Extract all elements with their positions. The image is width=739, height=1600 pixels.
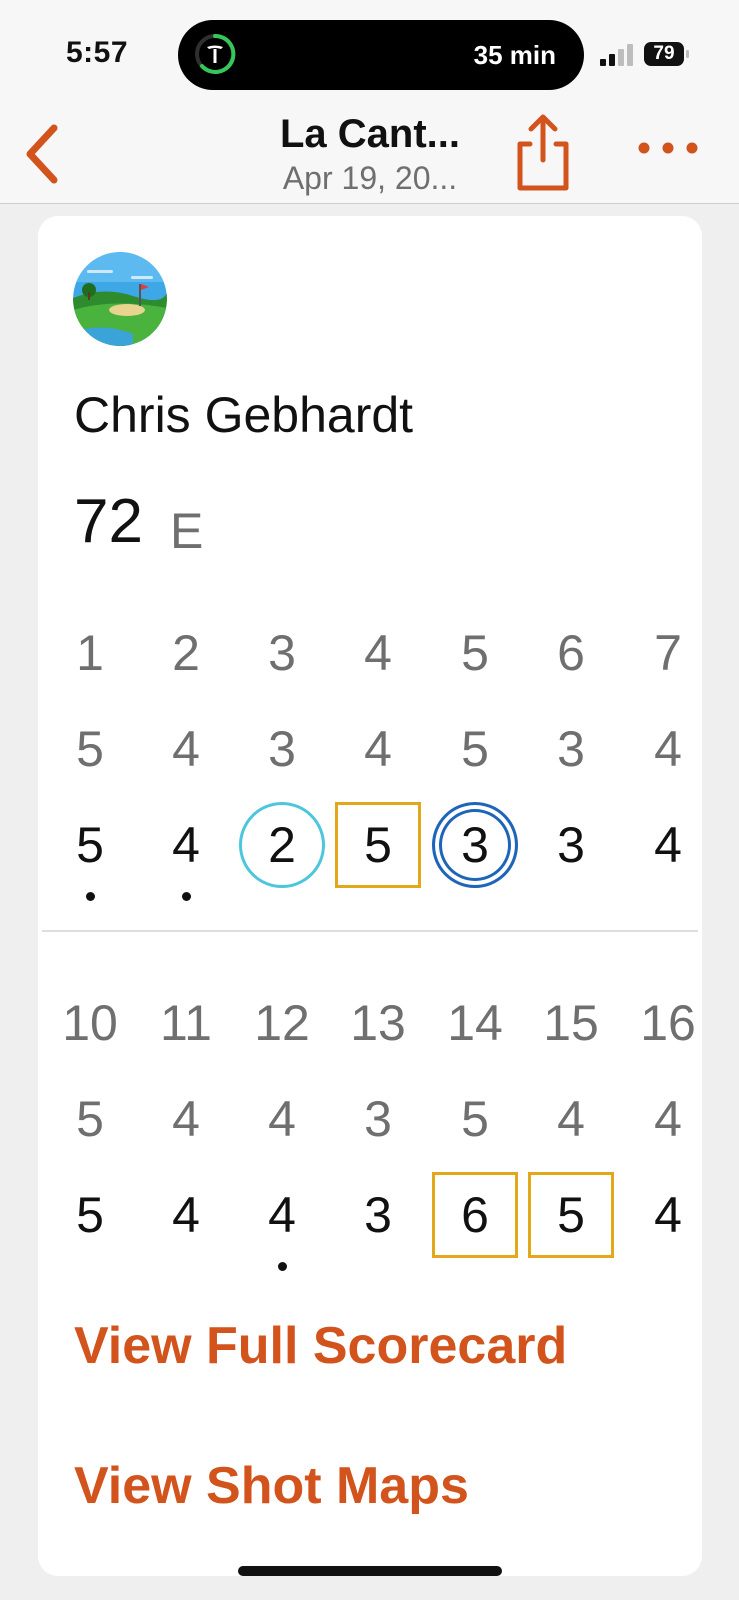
hole-par: 3 [268,721,296,777]
front-nine-scores: 5425334 [38,802,702,901]
nine-divider [42,930,698,932]
front-nine-hole-numbers: 1 2 3 4 5 6 7 [38,610,702,690]
hole-number: 1 [76,625,104,681]
hole-number: 4 [364,625,392,681]
hole-par: 3 [364,1091,392,1147]
view-full-scorecard-link[interactable]: View Full Scorecard [74,1316,567,1376]
hole-number: 7 [654,625,682,681]
view-shot-maps-link[interactable]: View Shot Maps [74,1456,469,1516]
hole-score: 4 [172,1187,200,1243]
total-score: 72 [74,487,143,556]
hole-par: 4 [172,721,200,777]
front-nine-pars: 5 4 3 4 5 3 4 [38,706,702,786]
player-name: Chris Gebhardt [74,387,414,443]
hole-par: 5 [76,721,104,777]
score-dot-marker [278,1262,287,1271]
hole-score: 5 [528,1172,614,1258]
hole-score: 4 [268,1187,296,1243]
cellular-signal-icon [600,44,633,66]
score-dot-marker [86,892,95,901]
hole-score: 4 [654,817,682,873]
hole-score: 4 [172,817,200,873]
hole-par: 4 [654,1091,682,1147]
hole-score: 5 [76,817,104,873]
dynamic-island[interactable]: 35 min [178,20,584,90]
hole-number: 11 [160,995,212,1051]
live-activity-text: 35 min [473,40,556,70]
hole-number: 10 [62,995,118,1051]
chevron-left-icon [26,124,58,184]
hole-number: 3 [268,625,296,681]
hole-score: 5 [335,802,421,888]
hole-number: 12 [254,995,310,1051]
home-indicator[interactable] [238,1566,502,1576]
hole-par: 5 [76,1091,104,1147]
battery-icon: 79 [644,42,690,66]
status-bar: 5:57 35 min 79 [0,0,739,108]
score-dot-marker [182,892,191,901]
back-button[interactable] [16,118,68,190]
golf-course-avatar-icon [73,252,167,346]
hole-par: 4 [557,1091,585,1147]
hole-number: 15 [543,995,599,1051]
hole-par: 5 [461,1091,489,1147]
hole-par: 5 [461,721,489,777]
hole-score: 6 [432,1172,518,1258]
score-to-par: E [170,503,204,559]
hole-number: 5 [461,625,489,681]
hole-number: 2 [172,625,200,681]
tesla-logo-icon [195,33,236,74]
battery-level: 79 [653,43,675,64]
hole-score: 4 [654,1187,682,1243]
more-button[interactable] [634,128,702,168]
round-date: Apr 19, 20... [282,160,458,196]
hole-score: 3 [364,1187,392,1243]
ellipsis-icon [638,142,698,154]
hole-score: 5 [76,1187,104,1243]
hole-number: 6 [557,625,585,681]
navigation-bar: La Cant... Apr 19, 20... [0,108,739,204]
hole-par: 4 [172,1091,200,1147]
back-nine-hole-numbers: 10 11 12 13 14 15 16 [38,980,702,1060]
share-icon [517,114,569,191]
hole-number: 16 [640,995,696,1051]
hole-par: 3 [557,721,585,777]
share-button[interactable] [512,112,574,192]
status-time: 5:57 [66,36,129,69]
course-title: La Cant... [279,112,461,156]
hole-par: 4 [654,721,682,777]
back-nine-scores: 5443654 [38,1172,702,1271]
hole-number: 13 [350,995,406,1051]
hole-score: 3 [432,802,518,888]
back-nine-pars: 5 4 4 3 5 4 4 [38,1076,702,1156]
round-summary-card: Chris Gebhardt 72 E 1234567 5434534 5425… [38,216,702,1576]
hole-score: 2 [239,802,325,888]
hole-par: 4 [364,721,392,777]
hole-par: 4 [268,1091,296,1147]
hole-score: 3 [557,817,585,873]
hole-number: 14 [447,995,503,1051]
